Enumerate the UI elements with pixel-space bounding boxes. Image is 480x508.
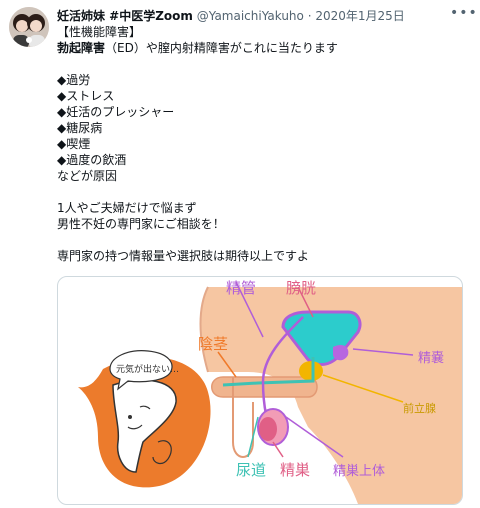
avatar[interactable] bbox=[9, 7, 49, 47]
label-penis: 陰茎 bbox=[198, 335, 228, 353]
tweet-text-line: 男性不妊の専門家にご相談を！ bbox=[57, 217, 225, 231]
separator-dot: · bbox=[307, 9, 312, 23]
tweet-text-line: ◆ストレス bbox=[57, 89, 115, 103]
tweet-text-line bbox=[57, 232, 469, 248]
label-bladder: 膀胱 bbox=[286, 279, 316, 297]
tweet-media[interactable]: 精管 膀胱 陰茎 精嚢 前立腺 尿道 精巣 精巣上体 元気が出ない… bbox=[57, 276, 463, 505]
tweet-text-line: 【性機能障害】 bbox=[57, 25, 142, 39]
user-handle[interactable]: @YamaichiYakuho bbox=[197, 9, 304, 23]
tweet-text-line: 専門家の持つ情報量や選択肢は期待以上ですよ bbox=[57, 249, 310, 263]
tweet-text-line: ◆糖尿病 bbox=[57, 121, 103, 135]
speech-bubble-text: 元気が出ない… bbox=[116, 363, 179, 375]
label-prostate: 前立腺 bbox=[403, 401, 436, 415]
tweet-text-line: 1人やご夫婦だけで悩まず bbox=[57, 201, 197, 215]
tweet-text-line bbox=[57, 56, 469, 72]
display-name[interactable]: 妊活姉妹 #中医学Zoom bbox=[57, 9, 193, 23]
tweet-text: 【性機能障害】 勃起障害（ED）や膣内射精障害がこれに当たります ◆過労 ◆ストレス ◆… bbox=[57, 24, 469, 264]
reproductive-illustration: 精管 膀胱 陰茎 精嚢 前立腺 尿道 精巣 精巣上体 元気が出ない… bbox=[78, 279, 462, 504]
tweet-text-line: 勃起障害（ED）や膣内射精障害がこれに当たります bbox=[57, 40, 469, 56]
tweet-text-line: ◆妊活のプレッシャー bbox=[57, 105, 175, 119]
tweet-text-line: ◆過度の飲酒 bbox=[57, 153, 127, 167]
label-urethra: 尿道 bbox=[236, 461, 266, 479]
tweet[interactable]: 妊活姉妹 #中医学Zoom @YamaichiYakuho · 2020年1月2… bbox=[0, 0, 480, 508]
tweet-date[interactable]: 2020年1月25日 bbox=[315, 9, 404, 23]
more-horizontal-icon[interactable]: ••• bbox=[450, 6, 477, 22]
label-testis: 精巣 bbox=[280, 461, 310, 479]
label-epididymis: 精巣上体 bbox=[333, 464, 385, 479]
tweet-text-line bbox=[57, 184, 469, 200]
label-seminal-vesicle: 精嚢 bbox=[418, 350, 444, 366]
bold-text: 勃起障害 bbox=[57, 41, 106, 55]
testis-inner bbox=[259, 417, 277, 441]
tweet-text-line: ◆喫煙 bbox=[57, 137, 91, 151]
line-rest: （ED）や膣内射精障害がこれに当たります bbox=[105, 41, 338, 55]
tweet-text-line: ◆過労 bbox=[57, 73, 91, 87]
label-vas-deferens: 精管 bbox=[226, 279, 256, 297]
tweet-header: 妊活姉妹 #中医学Zoom @YamaichiYakuho · 2020年1月2… bbox=[57, 8, 450, 24]
prostate-shape bbox=[299, 361, 323, 381]
tweet-text-line: などが原因 bbox=[57, 169, 118, 183]
